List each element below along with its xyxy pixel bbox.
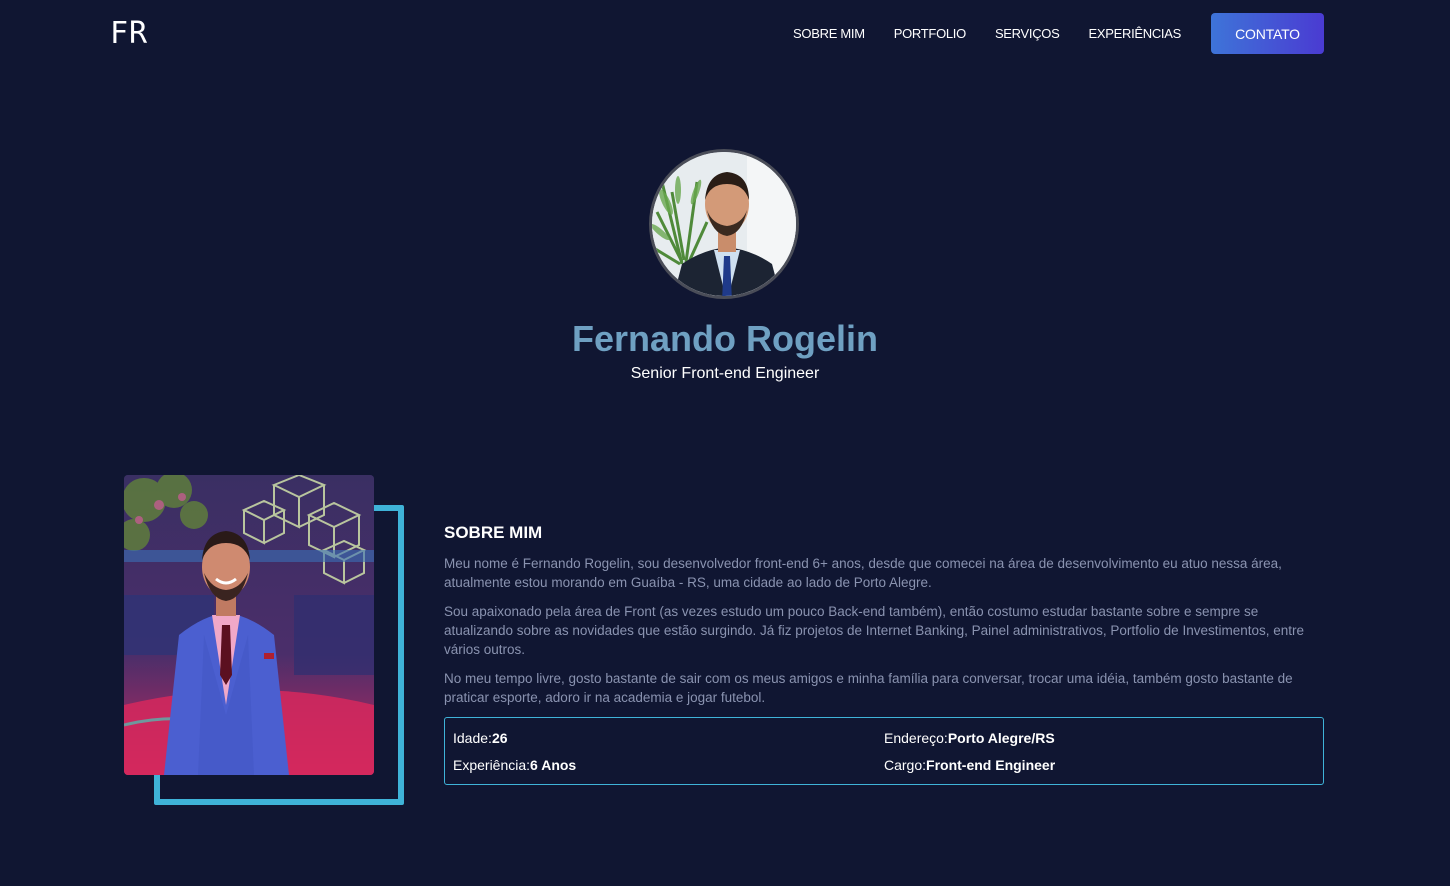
info-address: Endereço:Porto Alegre/RS (884, 730, 1055, 746)
info-box: Idade:26 Endereço:Porto Alegre/RS Experi… (444, 717, 1324, 785)
hero-role: Senior Front-end Engineer (630, 365, 820, 382)
nav-link-portfolio[interactable]: PORTFOLIO (894, 26, 966, 41)
about-photo (124, 475, 374, 775)
nav-link-servicos[interactable]: SERVIÇOS (995, 26, 1060, 41)
info-experience-label: Experiência: (453, 757, 531, 773)
avatar-photo (652, 152, 796, 296)
about-paragraph: Meu nome é Fernando Rogelin, sou desenvo… (444, 556, 1282, 590)
top-nav: SOBRE MIM PORTFOLIO SERVIÇOS EXPERIÊNCIA… (764, 13, 1324, 54)
info-role: Cargo:Front-end Engineer (884, 757, 1055, 773)
about-title: SOBRE MIM (444, 523, 543, 542)
info-experience-value: 6 Anos (530, 757, 577, 773)
about-paragraph: Sou apaixonado pela área de Front (as ve… (444, 604, 1305, 657)
info-age: Idade:26 (453, 730, 508, 746)
contact-button[interactable]: CONTATO (1211, 13, 1324, 54)
about-text: Meu nome é Fernando Rogelin, sou desenvo… (444, 554, 1326, 717)
hero-name: Fernando Rogelin (572, 318, 878, 359)
about-photo-image (124, 475, 374, 775)
nav-link-sobre-mim[interactable]: SOBRE MIM (793, 26, 865, 41)
info-address-value: Porto Alegre/RS (947, 730, 1055, 746)
info-experience: Experiência:6 Anos (453, 757, 576, 773)
page: FR SOBRE MIM PORTFOLIO SERVIÇOS EXPERIÊN… (0, 0, 1450, 886)
info-age-value: 26 (491, 730, 508, 746)
nav-link-experiencias[interactable]: EXPERIÊNCIAS (1089, 26, 1182, 41)
info-role-label: Cargo: (884, 757, 927, 773)
info-age-label: Idade: (453, 730, 492, 746)
about-paragraph: No meu tempo livre, gosto bastante de sa… (444, 671, 1293, 705)
info-role-value: Front-end Engineer (926, 757, 1056, 773)
avatar (649, 149, 799, 299)
logo[interactable]: FR (110, 16, 148, 51)
info-address-label: Endereço: (884, 730, 948, 746)
